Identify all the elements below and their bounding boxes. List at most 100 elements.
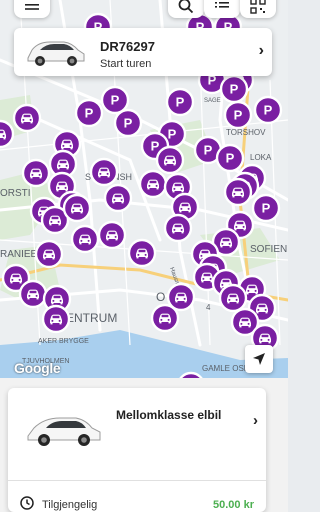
parking-marker[interactable]	[223, 100, 253, 130]
list-icon	[215, 2, 229, 8]
parking-icon	[233, 107, 243, 123]
parking-icon	[175, 94, 185, 110]
map-label-4: 4	[206, 303, 211, 312]
car-icon	[227, 293, 239, 304]
parking-icon	[167, 126, 177, 142]
car-marker[interactable]	[150, 303, 180, 333]
car-icon	[27, 289, 39, 300]
car-icon	[164, 155, 176, 166]
car-icon	[172, 182, 184, 193]
car-icon	[179, 202, 191, 213]
car-marker[interactable]	[89, 157, 119, 187]
map-label-torshov: TORSHOV	[226, 128, 266, 137]
parking-icon	[229, 81, 239, 97]
car-icon	[175, 292, 187, 303]
map-label-fagerborg: ORSTI	[0, 188, 31, 199]
car-icon	[50, 314, 62, 325]
car-icon	[159, 313, 171, 324]
chevron-right-icon: ›	[253, 412, 258, 429]
car-icon	[256, 303, 268, 314]
parking-marker[interactable]	[219, 74, 249, 104]
qr-code-icon	[250, 0, 266, 14]
car-icon	[56, 181, 68, 192]
car-icon	[30, 168, 42, 179]
parking-marker[interactable]	[165, 87, 195, 117]
parking-icon	[123, 115, 133, 131]
parking-marker[interactable]	[253, 95, 283, 125]
car-marker[interactable]	[70, 224, 100, 254]
car-icon	[61, 139, 73, 150]
map-label-sentrum: ENTRUM	[66, 311, 117, 325]
start-trip-label: Start turen	[100, 58, 152, 70]
parking-icon	[225, 150, 235, 166]
car-marker[interactable]	[163, 213, 193, 243]
car-icon	[112, 193, 124, 204]
car-icon	[98, 167, 110, 178]
car-marker[interactable]	[223, 177, 253, 207]
car-marker[interactable]	[138, 169, 168, 199]
car-marker[interactable]	[218, 283, 248, 313]
my-location-button[interactable]	[245, 345, 273, 373]
car-image	[27, 41, 85, 66]
availability-status: Tilgjengelig	[42, 499, 98, 511]
map-label-aker-brygge: AKER BRYGGE	[38, 338, 89, 345]
car-icon	[239, 317, 251, 328]
parking-marker[interactable]	[215, 143, 245, 173]
car-icon	[246, 284, 258, 295]
clock-icon	[20, 496, 34, 510]
car-icon	[234, 220, 246, 231]
car-icon	[201, 272, 213, 283]
car-marker[interactable]	[62, 193, 92, 223]
price-label: 50.00 kr	[213, 499, 254, 511]
hamburger-icon	[25, 4, 39, 10]
parking-icon	[261, 200, 271, 216]
active-car-card[interactable]: DR76297 Start turen ›	[14, 28, 272, 76]
car-marker[interactable]	[21, 158, 51, 188]
car-marker[interactable]	[34, 239, 64, 269]
map-label-grunerlokka: LOKA	[250, 153, 272, 162]
car-image	[27, 417, 101, 446]
car-icon	[71, 203, 83, 214]
parking-icon	[203, 142, 213, 158]
car-icon	[79, 234, 91, 245]
parking-icon	[150, 138, 160, 154]
chevron-right-icon: ›	[258, 42, 264, 59]
list-button[interactable]	[204, 0, 240, 18]
search-button[interactable]	[168, 0, 204, 18]
top-bar	[0, 0, 288, 20]
map-label-sagene: SAGE	[204, 98, 221, 104]
car-icon	[49, 215, 61, 226]
parking-icon	[263, 102, 273, 118]
car-icon	[172, 223, 184, 234]
car-icon	[220, 237, 232, 248]
parking-icon	[110, 92, 120, 108]
parking-marker[interactable]	[113, 108, 143, 138]
car-icon	[232, 187, 244, 198]
map-label-oslo: O	[156, 290, 165, 304]
menu-button[interactable]	[14, 0, 50, 18]
car-marker[interactable]	[103, 183, 133, 213]
map-label-gamle-oslo: GAMLE OSL	[202, 364, 249, 373]
parking-marker[interactable]	[100, 85, 130, 115]
car-marker[interactable]	[127, 238, 157, 268]
car-marker[interactable]	[155, 145, 185, 175]
navigation-arrow-icon	[253, 353, 265, 365]
car-icon	[43, 249, 55, 260]
car-icon	[259, 333, 271, 344]
car-marker[interactable]	[97, 220, 127, 250]
car-icon	[21, 113, 33, 124]
car-icon	[147, 179, 159, 190]
google-logo: Google	[14, 360, 61, 376]
parking-icon	[84, 105, 94, 121]
car-marker[interactable]	[41, 304, 71, 334]
car-details-sheet[interactable]: Mellomklasse elbil › Tilgjengelig 50.00 …	[8, 388, 266, 512]
car-marker[interactable]	[18, 279, 48, 309]
car-icon	[51, 294, 63, 305]
search-icon	[178, 0, 194, 14]
car-marker[interactable]	[12, 103, 42, 133]
parking-marker[interactable]	[251, 193, 281, 223]
car-icon	[106, 230, 118, 241]
parking-marker[interactable]	[74, 98, 104, 128]
license-plate: DR76297	[100, 39, 155, 54]
qr-scan-button[interactable]	[240, 0, 276, 18]
